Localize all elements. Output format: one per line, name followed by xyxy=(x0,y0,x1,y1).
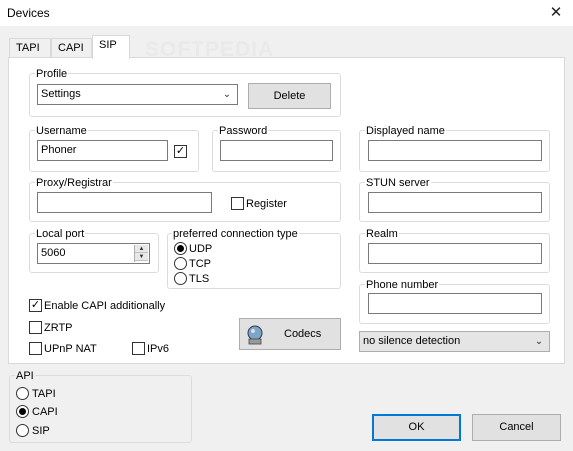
stun-server-group-label: STUN server xyxy=(365,177,431,189)
upnp-checkbox[interactable] xyxy=(29,342,42,355)
enable-capi-checkbox[interactable]: ✓ xyxy=(29,299,42,312)
phone-number-group-label: Phone number xyxy=(365,279,440,291)
username-input[interactable]: Phoner xyxy=(37,140,168,161)
proxy-input[interactable] xyxy=(37,192,212,213)
chevron-down-icon: ⌄ xyxy=(534,336,544,347)
connection-type-group-label: preferred connection type xyxy=(172,228,299,240)
chevron-down-icon: ⌄ xyxy=(222,89,232,100)
tab-capi-label: CAPI xyxy=(58,42,84,54)
enable-capi-label: Enable CAPI additionally xyxy=(44,300,166,312)
tls-label: TLS xyxy=(189,273,210,285)
local-port-stepper[interactable]: 5060 ▲ ▼ xyxy=(37,243,150,264)
ipv6-label: IPv6 xyxy=(147,343,170,355)
api-sip-radio[interactable] xyxy=(16,424,29,437)
displayed-name-group-label: Displayed name xyxy=(365,125,446,137)
stun-server-input[interactable] xyxy=(368,192,542,213)
api-capi-radio[interactable] xyxy=(16,405,29,418)
api-tapi-radio[interactable] xyxy=(16,387,29,400)
radio-selected-dot xyxy=(19,408,26,415)
zrtp-checkbox[interactable] xyxy=(29,321,42,334)
close-icon[interactable]: ✕ xyxy=(545,2,567,24)
local-port-group-label: Local port xyxy=(35,228,86,240)
local-port-value: 5060 xyxy=(41,247,66,259)
tab-capi[interactable]: CAPI xyxy=(51,38,92,58)
tls-radio[interactable] xyxy=(174,272,187,285)
api-capi-label: CAPI xyxy=(32,406,58,418)
profile-select[interactable]: Settings ⌄ xyxy=(37,84,238,105)
api-group-label: API xyxy=(15,370,35,382)
proxy-group-label: Proxy/Registrar xyxy=(35,177,113,189)
upnp-label: UPnP NAT xyxy=(44,343,97,355)
profile-group-label: Profile xyxy=(35,68,69,80)
tcp-label: TCP xyxy=(189,258,211,270)
cancel-button-label: Cancel xyxy=(499,421,534,433)
check-icon: ✓ xyxy=(30,299,41,311)
codecs-button-label: Codecs xyxy=(284,328,322,340)
tab-tapi[interactable]: TAPI xyxy=(9,38,51,58)
password-input[interactable] xyxy=(220,140,333,161)
codecs-button[interactable]: Codecs xyxy=(239,318,341,350)
username-checkbox[interactable]: ✓ xyxy=(174,145,187,158)
password-group-label: Password xyxy=(218,125,269,137)
ok-button-label: OK xyxy=(408,421,425,433)
udp-label: UDP xyxy=(189,243,213,255)
phone-number-input[interactable] xyxy=(368,293,542,314)
port-spin-buttons[interactable]: ▲ ▼ xyxy=(134,245,148,262)
silence-detection-select[interactable]: no silence detection ⌄ xyxy=(359,331,550,352)
tab-sip-label: SIP xyxy=(99,39,117,51)
watermark: SOFTPEDIA xyxy=(145,38,275,61)
register-checkbox[interactable] xyxy=(231,197,244,210)
zrtp-label: ZRTP xyxy=(44,322,73,334)
tcp-radio[interactable] xyxy=(174,257,187,270)
tab-sip[interactable]: SIP xyxy=(92,35,130,59)
api-sip-label: SIP xyxy=(32,425,50,437)
window-title: Devices xyxy=(7,6,50,20)
register-label: Register xyxy=(246,198,287,210)
displayed-name-input[interactable] xyxy=(368,140,542,161)
check-icon: ✓ xyxy=(175,145,186,157)
spin-up-icon[interactable]: ▲ xyxy=(135,245,148,253)
silence-selected-value: no silence detection xyxy=(363,335,461,347)
delete-button-label: Delete xyxy=(273,90,306,102)
realm-group-label: Realm xyxy=(365,228,399,240)
codecs-icon xyxy=(247,325,263,345)
ipv6-checkbox[interactable] xyxy=(132,342,145,355)
username-group-label: Username xyxy=(35,125,88,137)
udp-radio[interactable] xyxy=(174,242,187,255)
api-tapi-label: TAPI xyxy=(32,388,56,400)
spin-down-icon[interactable]: ▼ xyxy=(135,253,148,261)
radio-selected-dot xyxy=(177,245,184,252)
ok-button[interactable]: OK xyxy=(372,414,461,441)
profile-selected-value: Settings xyxy=(41,88,81,100)
realm-input[interactable] xyxy=(368,243,542,264)
title-bar: Devices ✕ xyxy=(0,0,573,27)
cancel-button[interactable]: Cancel xyxy=(472,414,561,441)
delete-button[interactable]: Delete xyxy=(248,83,331,109)
tab-tapi-label: TAPI xyxy=(16,42,40,54)
